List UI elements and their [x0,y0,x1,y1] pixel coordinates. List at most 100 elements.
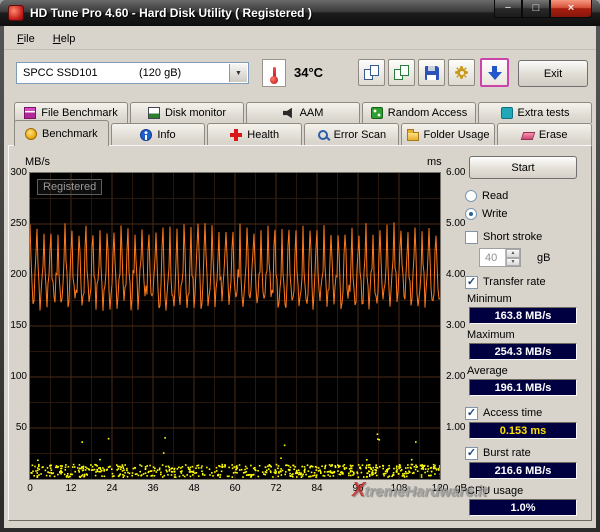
x-tick: 108 [384,483,414,494]
close-button[interactable]: × [550,0,592,18]
benchmark-icon [25,128,37,140]
access-time-value: 0.153 ms [469,422,577,439]
short-stroke-option[interactable]: Short stroke [465,229,589,245]
floppy-disk-icon [425,66,439,80]
gear-icon [457,68,466,77]
y-tick-right: 6.00 [446,167,465,178]
y-tick-right: 2.00 [446,371,465,382]
benchmark-chart [29,172,441,480]
cpu-usage-label: CPU usage [467,485,589,497]
burst-rate-option[interactable]: ✓ Burst rate [465,445,589,461]
tab-random-access[interactable]: Random Access [362,102,476,123]
drive-size: (120 gB) [139,67,181,79]
folder-icon [407,132,419,141]
short-stroke-checkbox[interactable] [465,231,478,244]
chevron-down-icon[interactable]: ▼ [229,64,247,82]
drive-name: SPCC SSD101 [23,67,98,79]
tab-label: Benchmark [42,128,98,140]
tab-aam[interactable]: AAM [246,102,360,123]
menu-help[interactable]: Help [44,30,85,48]
start-button[interactable]: Start [469,156,577,179]
benchmark-page: MB/s ms Registered 300 250 200 150 100 5… [8,145,592,521]
extra-tests-icon [501,107,513,119]
eraser-icon [521,132,536,140]
tab-info[interactable]: Info [111,123,206,145]
tab-extra-tests[interactable]: Extra tests [478,102,592,123]
copy-info-button[interactable] [388,59,415,86]
short-stroke-label: Short stroke [483,231,542,243]
x-tick: 48 [179,483,209,494]
tab-error-scan[interactable]: Error Scan [304,123,399,145]
spin-down-button[interactable]: ▼ [506,258,520,267]
maximum-value: 254.3 MB/s [469,343,577,360]
spin-up-button[interactable]: ▲ [506,249,520,258]
x-tick: 0 [15,483,45,494]
x-tick: 24 [97,483,127,494]
average-label: Average [467,365,589,377]
write-option[interactable]: Write [465,206,589,222]
access-time-label: Access time [483,407,542,419]
y-tick-right: 3.00 [446,320,465,331]
save-screenshot-button[interactable] [418,59,445,86]
y-tick-left: 200 [10,269,27,280]
short-stroke-value: 40 [480,249,505,266]
short-stroke-input[interactable]: 40 ▲ ▼ [479,248,521,267]
minimum-value: 163.8 MB/s [469,307,577,324]
copy-screenshot-button[interactable] [358,59,385,86]
tab-label: Error Scan [334,129,387,141]
info-icon [140,129,152,141]
tab-erase[interactable]: Erase [497,123,592,145]
tab-label: Random Access [388,107,467,119]
copy-text-icon [394,65,409,80]
tab-health[interactable]: Health [207,123,302,145]
read-option[interactable]: Read [465,188,589,204]
x-tick: 84 [302,483,332,494]
y-tick-left: 50 [10,422,27,433]
window-title: HD Tune Pro 4.60 - Hard Disk Utility ( R… [30,6,312,20]
x-tick: 96 [343,483,373,494]
app-icon [8,5,24,21]
tab-benchmark[interactable]: Benchmark [14,120,109,146]
burst-rate-checkbox[interactable]: ✓ [465,447,478,460]
thermometer-icon [273,67,276,80]
app-window: HD Tune Pro 4.60 - Hard Disk Utility ( R… [0,0,600,532]
read-radio[interactable] [465,190,477,202]
y-axis-left-unit: MB/s [25,156,50,168]
menu-file[interactable]: File [8,30,44,48]
tab-label: Extra tests [518,107,570,119]
short-stroke-size: 40 ▲ ▼ gB [479,248,589,267]
download-arrow-icon [488,66,502,80]
minimize-button[interactable]: − [494,0,522,18]
burst-rate-label: Burst rate [483,447,531,459]
drive-select-dropdown[interactable]: SPCC SSD101 (120 gB) ▼ [16,62,249,84]
temperature-value: 34°C [294,65,323,80]
options-button[interactable] [448,59,475,86]
file-benchmark-icon [24,107,36,119]
x-tick: 12 [56,483,86,494]
read-label: Read [482,190,508,202]
update-check-button[interactable] [480,58,509,87]
menubar: File Help [4,28,596,50]
access-time-checkbox[interactable]: ✓ [465,407,478,420]
chart-canvas [30,173,440,479]
exit-button[interactable]: Exit [518,60,588,87]
transfer-rate-checkbox[interactable]: ✓ [465,276,478,289]
titlebar[interactable]: HD Tune Pro 4.60 - Hard Disk Utility ( R… [0,0,600,26]
tab-label: Erase [539,129,568,141]
tab-label: Disk monitor [165,107,226,119]
random-access-icon [371,107,383,119]
tab-row-primary: Benchmark Info Health Error Scan Folder … [14,123,592,146]
transfer-rate-option[interactable]: ✓ Transfer rate [465,274,589,290]
client-area: File Help SPCC SSD101 (120 gB) ▼ 34°C Ex… [4,26,596,528]
tab-label: AAM [300,107,324,119]
cpu-usage-value: 1.0% [469,499,577,516]
gb-unit-label: gB [537,252,550,264]
access-time-option[interactable]: ✓ Access time [465,405,589,421]
copy-pages-icon [364,65,379,80]
maximize-button[interactable]: □ [522,0,550,18]
write-label: Write [482,208,507,220]
write-radio[interactable] [465,208,477,220]
tab-folder-usage[interactable]: Folder Usage [401,123,496,145]
tab-disk-monitor[interactable]: Disk monitor [130,102,244,123]
x-tick: 36 [138,483,168,494]
